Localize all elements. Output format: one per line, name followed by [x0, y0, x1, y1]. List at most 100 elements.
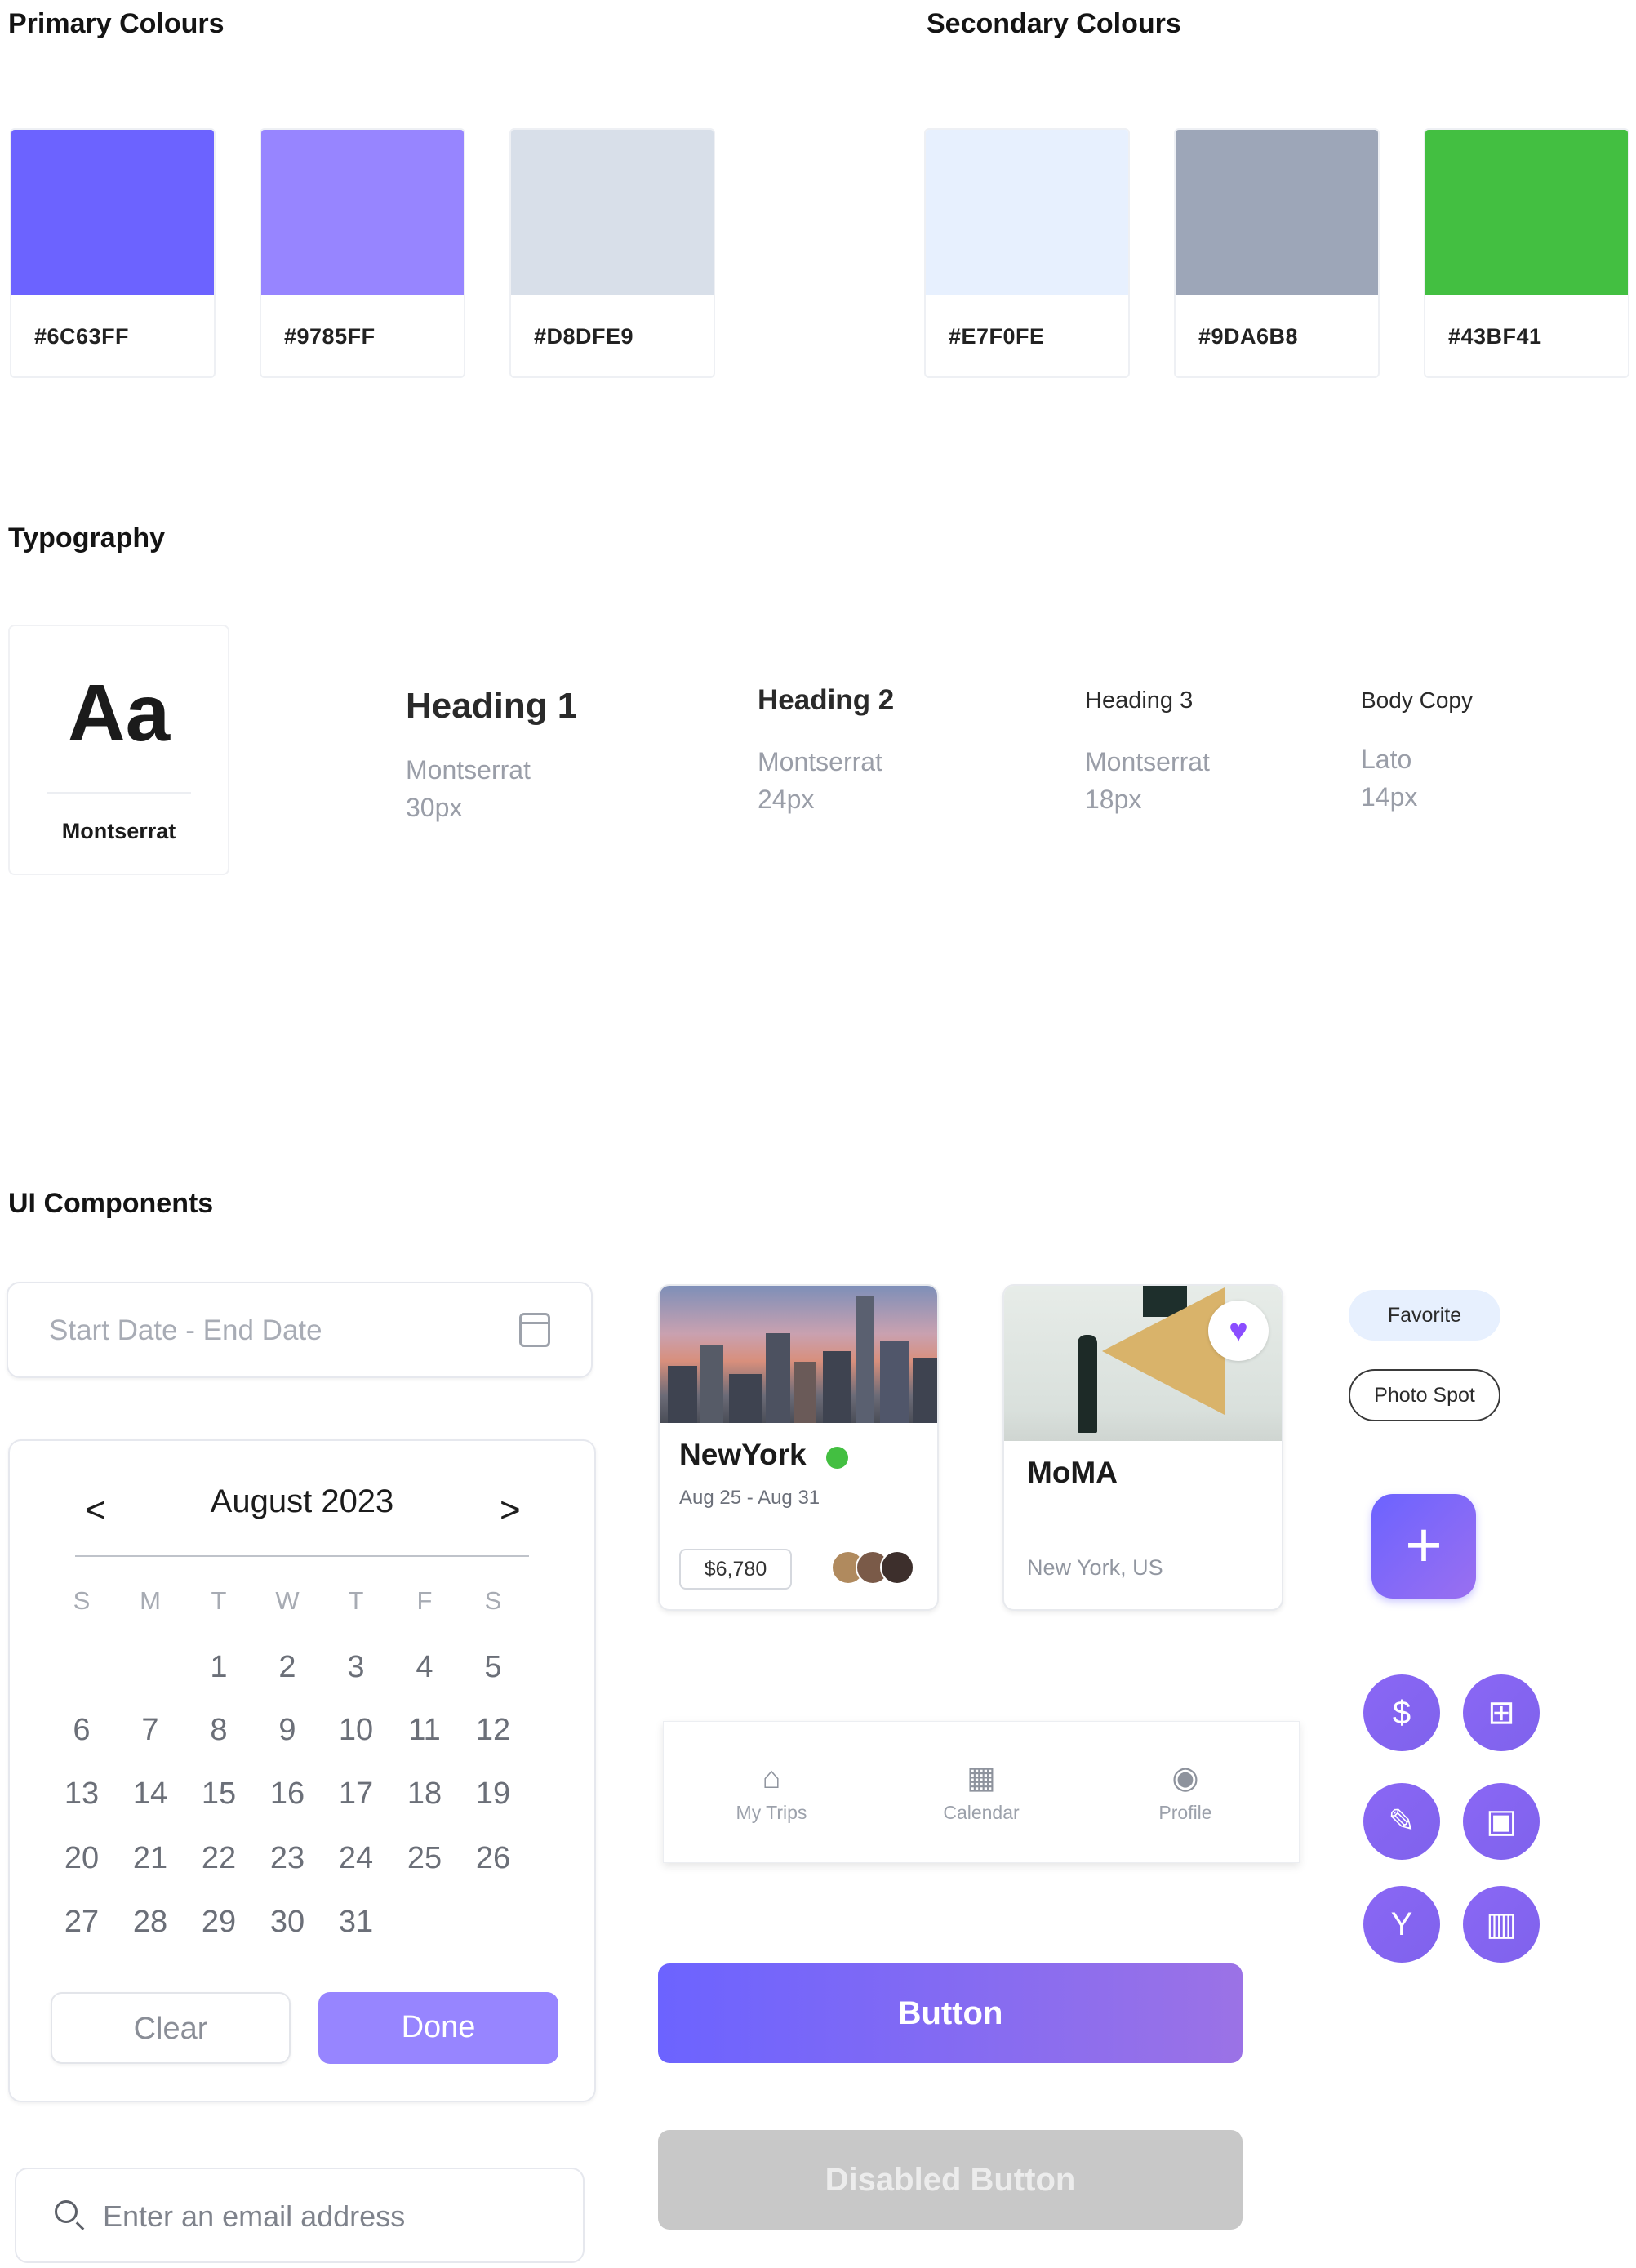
heading-1-sample: Heading 1 — [406, 686, 578, 726]
color-chip — [1425, 130, 1628, 295]
add-button[interactable]: + — [1371, 1494, 1476, 1599]
calendar-day[interactable]: 24 — [331, 1841, 380, 1876]
done-button[interactable]: Done — [318, 1992, 558, 2064]
ui-components-title: UI Components — [8, 1188, 214, 1219]
weekday-label: W — [275, 1586, 300, 1615]
color-swatch: #D8DFE9 — [509, 128, 715, 378]
heading-1-size: 30px — [406, 793, 463, 823]
trip-card[interactable]: NewYork Aug 25 - Aug 31 $6,780 — [658, 1284, 939, 1611]
place-card[interactable]: ♥ MoMA New York, US — [1002, 1284, 1283, 1611]
profile-icon: ◉ — [1171, 1761, 1199, 1795]
search-icon — [55, 2200, 78, 2223]
weekday-label: S — [484, 1586, 502, 1615]
calendar-day[interactable]: 3 — [331, 1650, 380, 1685]
nav-label: My Trips — [736, 1802, 807, 1823]
calendar-day[interactable]: 9 — [263, 1713, 312, 1748]
date-range-placeholder: Start Date - End Date — [49, 1314, 322, 1346]
color-chip — [11, 130, 214, 295]
body-copy-size: 14px — [1361, 782, 1418, 812]
nav-item-profile[interactable]: ◉ Profile — [1120, 1759, 1251, 1824]
trip-title: NewYork — [679, 1438, 807, 1471]
avatar — [880, 1550, 914, 1585]
calendar-day[interactable]: 2 — [263, 1650, 312, 1685]
calendar-day[interactable]: 12 — [469, 1713, 518, 1748]
color-swatch: #9DA6B8 — [1174, 128, 1380, 378]
font-sample-card: Aa Montserrat — [8, 625, 229, 875]
calendar-day[interactable]: 11 — [400, 1713, 449, 1748]
heading-1-meta: Montserrat 30px — [406, 751, 531, 827]
calendar-day[interactable]: 8 — [194, 1713, 243, 1748]
calendar-day[interactable]: 26 — [469, 1841, 518, 1876]
heading-2-sample: Heading 2 — [758, 684, 895, 716]
clear-button[interactable]: Clear — [51, 1992, 291, 2064]
calendar-day[interactable]: 28 — [126, 1905, 175, 1940]
weekday-label: M — [140, 1586, 161, 1615]
color-chip — [926, 130, 1128, 295]
color-chip — [261, 130, 464, 295]
calendar-day[interactable]: 20 — [57, 1841, 106, 1876]
color-swatch: #9785FF — [260, 128, 465, 378]
calendar-day[interactable]: 17 — [331, 1777, 380, 1812]
weekday-label: F — [416, 1586, 433, 1615]
plus-icon: + — [1405, 1509, 1443, 1581]
color-swatch: #E7F0FE — [924, 128, 1130, 378]
calendar-day[interactable]: 10 — [331, 1713, 380, 1748]
heading-3-font: Montserrat — [1085, 747, 1210, 776]
route-split-button[interactable]: Y — [1363, 1886, 1440, 1963]
calendar-day[interactable]: 21 — [126, 1841, 175, 1876]
primary-button[interactable]: Button — [658, 1963, 1243, 2063]
home-icon: ⌂ — [762, 1761, 781, 1795]
ticket-button[interactable]: ▣ — [1463, 1783, 1540, 1860]
photo-spot-tag[interactable]: Photo Spot — [1349, 1369, 1500, 1421]
email-input[interactable]: Enter an email address — [15, 2168, 585, 2263]
body-copy-meta: Lato 14px — [1361, 740, 1417, 816]
divider — [75, 1555, 529, 1557]
body-copy-sample: Body Copy — [1361, 687, 1473, 713]
note-edit-button[interactable]: ✎ — [1363, 1783, 1440, 1860]
color-swatch: #6C63FF — [10, 128, 216, 378]
next-month-button[interactable]: > — [500, 1490, 521, 1531]
calendar-day[interactable]: 25 — [400, 1841, 449, 1876]
calendar-day[interactable]: 30 — [263, 1905, 312, 1940]
color-hex: #9785FF — [284, 324, 376, 349]
favorite-tag[interactable]: Favorite — [1349, 1290, 1500, 1341]
calendar-day[interactable]: 14 — [126, 1777, 175, 1812]
calendar-day[interactable]: 15 — [194, 1777, 243, 1812]
calendar-day[interactable]: 4 — [400, 1650, 449, 1685]
nav-item-my-trips[interactable]: ⌂ My Trips — [706, 1759, 837, 1824]
calendar-day[interactable]: 13 — [57, 1777, 106, 1812]
place-card-image: ♥ — [1004, 1286, 1282, 1441]
calendar-day[interactable]: 22 — [194, 1841, 243, 1876]
calendar-day[interactable]: 7 — [126, 1713, 175, 1748]
calendar-day[interactable]: 23 — [263, 1841, 312, 1876]
map-button[interactable]: ▥ — [1463, 1886, 1540, 1963]
heading-2-meta: Montserrat 24px — [758, 743, 882, 819]
bookmark-add-button[interactable]: ⊞ — [1463, 1674, 1540, 1751]
calendar-day[interactable]: 5 — [469, 1650, 518, 1685]
calendar-icon: ▦ — [967, 1761, 996, 1795]
heading-3-sample: Heading 3 — [1085, 687, 1194, 714]
calendar-day[interactable]: 18 — [400, 1777, 449, 1812]
calendar-day[interactable]: 1 — [194, 1650, 243, 1685]
calendar-day[interactable]: 31 — [331, 1905, 380, 1940]
date-range-input[interactable]: Start Date - End Date — [7, 1282, 593, 1378]
place-title: MoMA — [1027, 1456, 1118, 1489]
currency-exchange-button[interactable]: $ — [1363, 1674, 1440, 1751]
calendar-icon[interactable] — [519, 1313, 550, 1347]
color-hex: #6C63FF — [34, 324, 130, 349]
calendar-day[interactable]: 27 — [57, 1905, 106, 1940]
calendar-day[interactable]: 19 — [469, 1777, 518, 1812]
currency-exchange-icon: $ — [1392, 1695, 1411, 1731]
calendar-day[interactable]: 16 — [263, 1777, 312, 1812]
color-swatch: #43BF41 — [1424, 128, 1629, 378]
font-family-name: Montserrat — [61, 819, 176, 843]
nav-item-calendar[interactable]: ▦ Calendar — [916, 1759, 1047, 1824]
trip-card-image — [660, 1286, 937, 1423]
secondary-colours-title: Secondary Colours — [927, 8, 1181, 39]
color-hex: #E7F0FE — [949, 324, 1045, 349]
calendar-day[interactable]: 6 — [57, 1713, 106, 1748]
heart-icon[interactable]: ♥ — [1208, 1301, 1269, 1361]
color-hex: #43BF41 — [1448, 324, 1542, 349]
primary-colours-title: Primary Colours — [8, 8, 225, 39]
calendar-day[interactable]: 29 — [194, 1905, 243, 1940]
